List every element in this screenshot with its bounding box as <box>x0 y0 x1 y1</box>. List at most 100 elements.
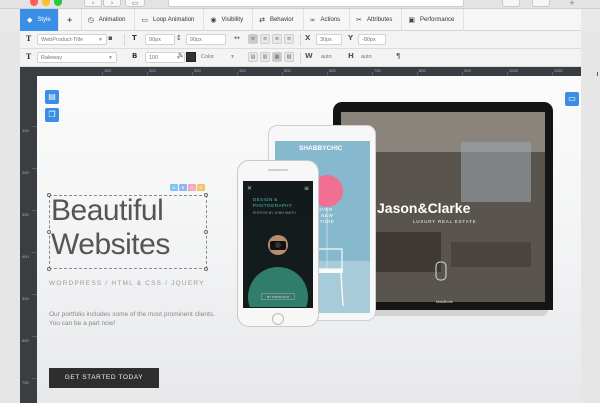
ruler-tick-label: 100 <box>22 128 29 133</box>
back-icon[interactable]: ‹ <box>84 0 102 7</box>
image-icon: ▣ <box>408 15 416 24</box>
tab-label: Performance <box>420 16 455 23</box>
phone-heading-2: PHOTOGRAPHY <box>253 203 293 208</box>
resize-handle[interactable] <box>204 267 208 271</box>
tab-loop-animation[interactable]: ▭ Loop Animation <box>135 8 205 31</box>
tab-label: Style <box>37 16 51 23</box>
paragraph-icon[interactable]: ¶ <box>396 52 400 60</box>
hero-title[interactable]: Beautiful Websites <box>51 194 170 262</box>
ruler-tick-label: 300 <box>194 68 201 73</box>
line-height-input[interactable]: 90px <box>186 34 226 45</box>
tab-label: Actions <box>320 16 341 23</box>
y-position-icon: Y <box>348 34 354 42</box>
share-icon[interactable] <box>502 0 520 7</box>
ruler-tick-label: 200 <box>22 170 29 175</box>
duplicate-icon[interactable]: ❐ <box>45 108 59 122</box>
ruler-tick-label: 1000 <box>509 68 518 73</box>
style-preset-select[interactable]: WebProduct-Title ▼ <box>37 34 107 45</box>
font-family-select[interactable]: Raleway ▼ <box>37 52 117 63</box>
new-tab-icon[interactable]: + <box>566 0 578 7</box>
ruler-tick-label: 100 <box>104 68 111 73</box>
phone-byline: PHOTOS BY JOHN SMITH <box>253 211 296 215</box>
ruler-tick-label: 400 <box>22 254 29 259</box>
typography-row-1: T WebProduct-Title ▼ ▪ T 90px ↕ 90px ↔ ≡ … <box>20 31 581 49</box>
tab-visibility[interactable]: ◉ Visibility <box>204 8 254 31</box>
color-field[interactable]: Color ▼ <box>198 52 238 63</box>
get-started-button[interactable]: GET STARTED TODAY <box>49 368 159 388</box>
y-position-input[interactable]: -80px <box>358 34 386 45</box>
resize-handle[interactable] <box>204 193 208 197</box>
font-family-icon: T <box>26 52 32 61</box>
typography-row-2: T Raleway ▼ B 100 ▼ ✎ Color ▼ ▤ ▥ ▦ ▧ W aut… <box>20 49 581 67</box>
desktop-view-icon[interactable]: ▭ <box>565 92 579 106</box>
badge[interactable]: D <box>197 184 205 191</box>
x-position-input[interactable]: 30px <box>316 34 342 45</box>
horizontal-ruler[interactable]: 100200300400500600700800900100011001200 <box>20 67 600 76</box>
tab-performance[interactable]: ▣ Performance <box>402 8 465 31</box>
tab-label: Animation <box>98 16 126 23</box>
wrench-icon: ✂ <box>356 15 363 24</box>
align-right-icon[interactable]: ≡ <box>272 34 282 44</box>
home-button[interactable] <box>272 313 284 325</box>
close-icon[interactable]: ✕ <box>247 185 252 192</box>
tab-actions[interactable]: ∞ Actions <box>304 8 351 31</box>
divider <box>300 52 301 64</box>
tab-attributes[interactable]: ✂ Attributes <box>350 8 403 31</box>
layer-badges: A B C D <box>170 184 205 191</box>
text-transform-icon[interactable]: ▤ <box>248 52 258 62</box>
close-window-icon[interactable] <box>30 0 38 6</box>
chevron-down-icon: ▼ <box>98 37 103 43</box>
text-decoration-icon[interactable]: ▥ <box>260 52 270 62</box>
align-justify-icon[interactable]: ≡ <box>284 34 294 44</box>
save-icon[interactable]: ▪ <box>108 34 113 42</box>
layers-icon[interactable]: ▤ <box>45 90 59 104</box>
menu-icon[interactable]: ≡ <box>304 185 309 192</box>
minimize-window-icon[interactable] <box>42 0 50 6</box>
badge[interactable]: B <box>179 184 187 191</box>
loop-icon: ▭ <box>141 15 149 24</box>
plus-icon: + <box>66 15 73 24</box>
font-weight-value: 100 <box>149 55 159 61</box>
tab-style[interactable]: ◆ Style <box>20 8 59 31</box>
tab-behavior[interactable]: ⇄ Behavior <box>253 8 304 31</box>
ruler-tick-label: 500 <box>22 296 29 301</box>
portfolio-button[interactable]: MY PORTFOLIO <box>261 293 295 300</box>
align-left-icon[interactable]: ≡ <box>248 34 258 44</box>
sidebar-toggle-icon[interactable]: ▭ <box>125 0 145 7</box>
badge[interactable]: A <box>170 184 178 191</box>
tab-label: Visibility <box>221 16 244 23</box>
vertical-ruler[interactable]: 100 200 300 400 500 600 700 <box>20 76 37 403</box>
letter-spacing-icon: ↔ <box>234 34 240 42</box>
tab-animation[interactable]: ◷ Animation <box>82 8 136 31</box>
tab-add[interactable]: + <box>59 8 82 31</box>
line-height-icon: ↕ <box>176 34 182 42</box>
phone-mockup: ✕ ≡ DESIGN & PHOTOGRAPHY PHOTOS BY JOHN … <box>237 160 319 327</box>
chevron-down-icon: ▼ <box>108 55 113 61</box>
droplet-icon: ◆ <box>27 15 33 24</box>
font-family-value: Raleway <box>41 55 63 61</box>
align-center-icon[interactable]: ≡ <box>260 34 270 44</box>
forward-icon[interactable]: › <box>103 0 121 7</box>
timer-icon: ◷ <box>87 15 94 24</box>
ruler-tick-label: 400 <box>239 68 246 73</box>
resize-handle[interactable] <box>47 267 51 271</box>
address-bar[interactable] <box>168 0 464 7</box>
phone-screen: ✕ ≡ DESIGN & PHOTOGRAPHY PHOTOS BY JOHN … <box>243 181 313 308</box>
tabs-overview-icon[interactable] <box>532 0 550 7</box>
width-input[interactable]: auto <box>318 52 342 63</box>
height-input[interactable]: auto <box>358 52 382 63</box>
ruler-tick-label: 500 <box>284 68 291 73</box>
badge[interactable]: C <box>188 184 196 191</box>
font-size-value: 90px <box>149 37 161 43</box>
text-shadow-icon[interactable]: ▦ <box>272 52 282 62</box>
ruler-tick-label: 200 <box>149 68 156 73</box>
laptop-site-subtitle: LUXURY REAL ESTATE <box>413 219 477 224</box>
text-overflow-icon[interactable]: ▧ <box>284 52 294 62</box>
resize-handle[interactable] <box>204 230 208 234</box>
color-swatch[interactable] <box>186 52 196 62</box>
font-size-input[interactable]: 90px <box>145 34 175 45</box>
color-picker-icon[interactable]: ✎ <box>178 52 184 60</box>
ruler-tick-label: 700 <box>374 68 381 73</box>
ruler-tick-label: 1100 <box>554 68 563 73</box>
maximize-window-icon[interactable] <box>54 0 62 6</box>
